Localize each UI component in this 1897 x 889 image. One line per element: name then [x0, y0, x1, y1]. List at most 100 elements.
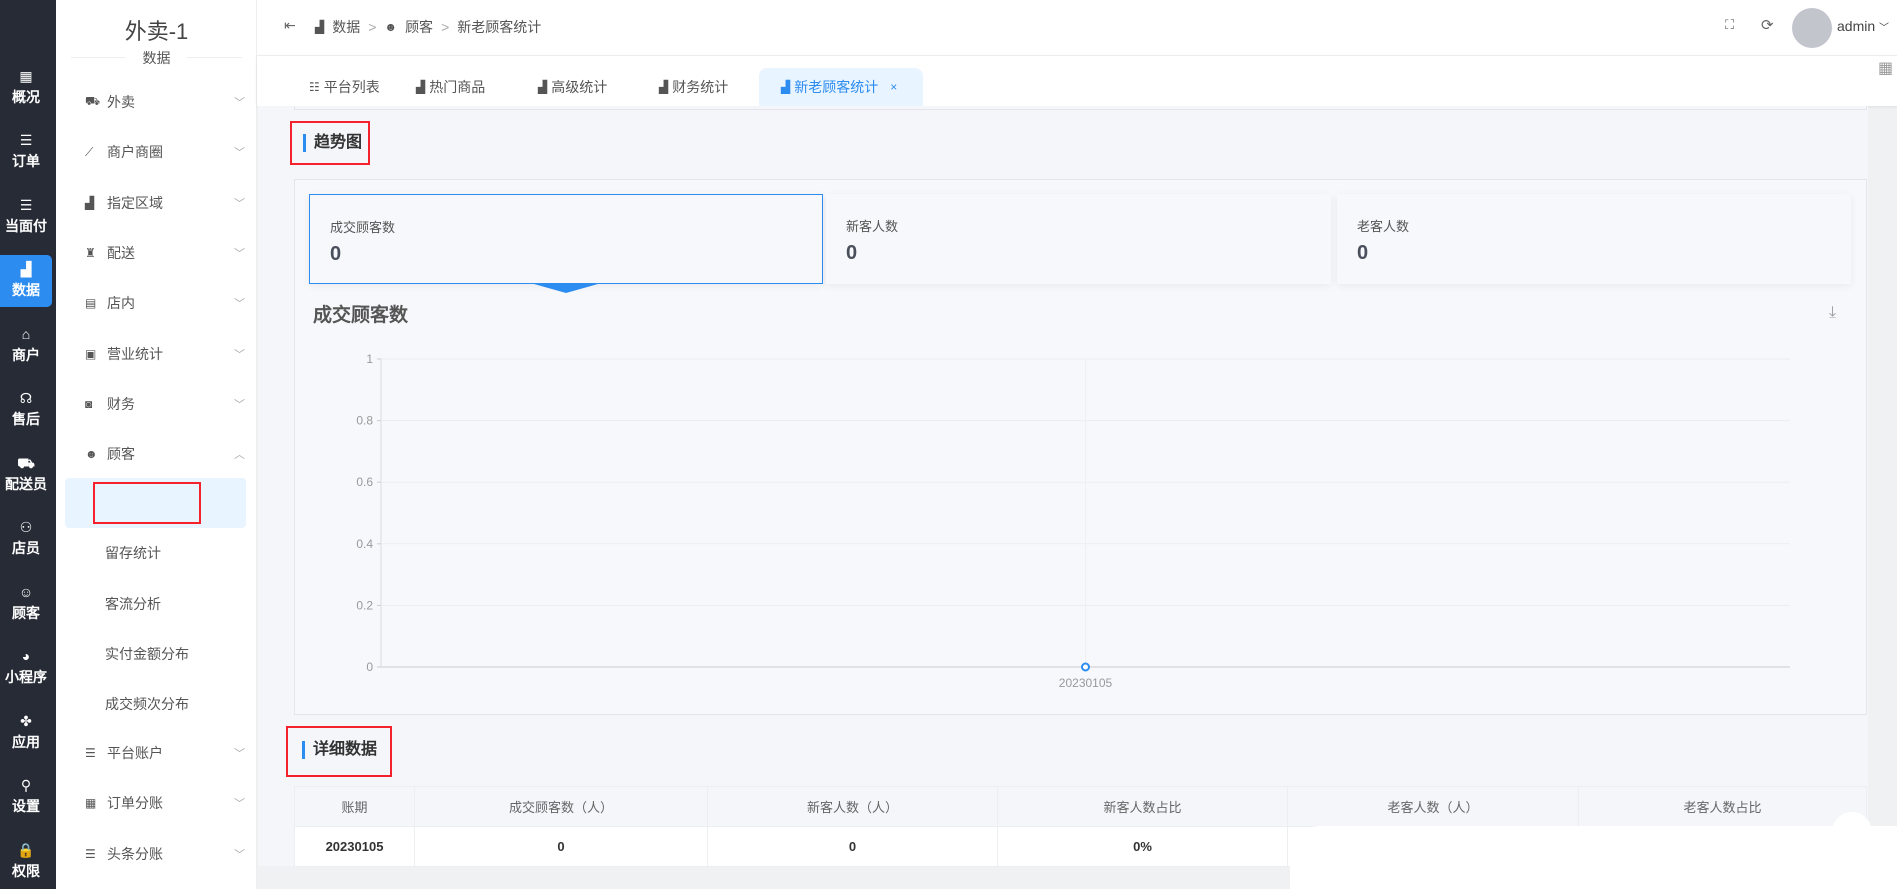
rail-item-2[interactable]: ☰ 当面付	[0, 190, 52, 242]
bar-chart-icon: ▟	[20, 261, 32, 277]
download-icon[interactable]: ⤓	[1829, 304, 1836, 322]
bar-chart-icon: ▟	[85, 195, 95, 210]
sidebar-menu-平台账户[interactable]: ☰ 平台账户 ﹀	[85, 738, 245, 768]
rail-item-6[interactable]: ⛟ 配送员	[0, 448, 52, 500]
table-cell: 0	[414, 826, 708, 867]
table-cell: 0%	[997, 826, 1288, 867]
menu-label: 营业统计	[107, 345, 163, 362]
tab-menu-grid-icon[interactable]: ▦	[1878, 58, 1893, 78]
customer-icon: ☻	[384, 20, 398, 34]
menu-label: 财务	[107, 395, 135, 412]
column-header: 新客人数占比	[997, 786, 1288, 827]
breadcrumb-item: 新老顾客统计	[457, 19, 542, 35]
menu-label: 店内	[107, 295, 135, 312]
rail-item-10[interactable]: ✤ 应用	[0, 706, 52, 758]
y-tick-label: 0.8	[356, 414, 373, 428]
sidebar-menu-顾客[interactable]: ☻ 顾客 ︿	[85, 439, 245, 469]
sidebar-submenu-item[interactable]: 成交频次分布	[105, 689, 189, 719]
close-icon[interactable]: ×	[890, 80, 897, 94]
rail-item-label: 当面付	[5, 217, 47, 234]
breadcrumb-item[interactable]: 顾客	[405, 17, 433, 37]
avatar[interactable]	[1792, 8, 1832, 48]
chevron-icon: ︿	[234, 449, 245, 462]
metric-card-deal-customers[interactable]: 成交顾客数 0	[309, 194, 823, 284]
collapse-menu-icon[interactable]: ⇤	[284, 17, 296, 34]
apps-icon: ✤	[20, 712, 32, 729]
floating-button[interactable]	[1832, 812, 1872, 852]
menu-label: 订单分账	[107, 795, 163, 812]
rail-item-1[interactable]: ☰ 订单	[0, 126, 52, 178]
sidebar-menu-营业统计[interactable]: ▣ 营业统计 ﹀	[85, 339, 245, 369]
sidebar-submenu-item[interactable]: 客流分析	[105, 589, 161, 619]
breadcrumb-separator: >	[441, 19, 450, 35]
metric-card-new-customers[interactable]: 新客人数 0	[826, 194, 1331, 284]
sidebar-menu-配送[interactable]: ♜ 配送 ﹀	[85, 238, 245, 268]
sidebar-submenu-item[interactable]: 实付金额分布	[105, 639, 189, 669]
data-point	[1081, 662, 1090, 672]
sidebar-menu-指定区域[interactable]: ▟ 指定区域 ﹀	[85, 188, 245, 218]
tab-1[interactable]: ▟ 热门商品	[402, 68, 499, 106]
tab-label: 高级统计	[551, 79, 608, 95]
sidebar-menu-财务[interactable]: ◙ 财务 ﹀	[85, 389, 245, 419]
highlight-box	[93, 482, 201, 524]
menu-label: 外卖	[107, 94, 135, 110]
metric-card-old-customers[interactable]: 老客人数 0	[1337, 194, 1851, 284]
chevron-icon: ﹀	[234, 748, 245, 760]
chevron-icon: ﹀	[234, 247, 245, 260]
chevron-icon: ﹀	[234, 798, 245, 811]
account-icon: ☰	[85, 746, 96, 760]
tab-label: 热门商品	[429, 79, 486, 95]
bag-icon: ▣	[85, 346, 97, 361]
tab-0[interactable]: ☷ 平台列表	[295, 68, 394, 106]
courier-icon: ♜	[85, 245, 96, 260]
sidebar-menu-店内[interactable]: ▤ 店内 ﹀	[85, 288, 245, 318]
rail-item-11[interactable]: ⚲ 设置	[0, 771, 52, 823]
breadcrumb-separator: >	[368, 19, 377, 35]
bar-chart-icon: ▟	[315, 20, 325, 34]
menu-label: 配送	[107, 244, 135, 261]
tab-2[interactable]: ▟ 高级统计	[524, 68, 621, 106]
rail-item-4[interactable]: ⌂ 商户	[0, 319, 52, 371]
active-card-pointer	[534, 284, 598, 293]
y-tick-label: 0.6	[356, 475, 373, 489]
sidebar-menu-订单分账[interactable]: ▦ 订单分账 ﹀	[85, 788, 245, 818]
sidebar-menu-外卖[interactable]: ⛟ 外卖 ﹀	[85, 87, 245, 117]
tab-3[interactable]: ▟ 财务统计	[645, 68, 742, 106]
chevron-icon: ﹀	[234, 197, 245, 210]
y-tick-label: 1	[366, 352, 373, 366]
rail-item-3[interactable]: ▟ 数据	[0, 254, 52, 307]
rail-item-8[interactable]: ☺ 顾客	[0, 577, 52, 629]
tab-4[interactable]: ▟ 新老顾客统计 ×	[759, 68, 923, 106]
rail-item-9[interactable]: ◕ 小程序	[0, 642, 52, 694]
finance-icon: ◙	[85, 396, 93, 411]
breadcrumb-item[interactable]: 数据	[332, 17, 360, 37]
tab-icon: ▟	[781, 80, 791, 94]
fullscreen-icon[interactable]: ⛶	[1725, 17, 1734, 33]
icon-rail: ▦ 概况 ☰ 订单 ☰ 当面付 ▟ 数据 ⌂ 商户 ☊ 售后 ⛟ 配送员 ⚇ 店员 ☺ 顾客 ◕ 小程序 ✤ 应用 ⚲ 设置 🔒…	[0, 0, 56, 889]
headset-icon: ☊	[19, 390, 33, 406]
menu-label: 商户商圈	[107, 144, 163, 161]
sidebar-submenu-item[interactable]: 留存统计	[105, 538, 161, 568]
line-chart-icon: ⟋	[85, 144, 94, 159]
store-card-icon: ▤	[85, 296, 97, 311]
user-menu[interactable]: admin ﹀	[1837, 18, 1889, 34]
rail-item-7[interactable]: ⚇ 店员	[0, 513, 52, 565]
rail-item-12[interactable]: 🔒 权限	[0, 835, 52, 887]
sidebar-menu-商户商圈[interactable]: ⟋ 商户商圈 ﹀	[85, 137, 245, 167]
rail-item-5[interactable]: ☊ 售后	[0, 384, 52, 436]
rail-item-0[interactable]: ▦ 概况	[0, 61, 52, 113]
column-header: 老客人数占比	[1578, 786, 1867, 827]
menu-label: 指定区域	[107, 194, 163, 211]
top-panel-edge	[294, 106, 1867, 110]
chevron-icon: ﹀	[234, 398, 245, 411]
y-tick-label: 0	[366, 660, 373, 674]
refresh-icon[interactable]: ⟳	[1761, 16, 1774, 34]
metric-value: 0	[1357, 242, 1369, 264]
tab-label: 平台列表	[323, 79, 380, 95]
table-cell: 0	[707, 826, 998, 867]
chart-title: 成交顾客数	[313, 305, 409, 326]
chevron-down-icon: ﹀	[1879, 23, 1890, 34]
metric-value: 0	[846, 242, 858, 264]
sidebar-menu-头条分账[interactable]: ☰ 头条分账 ﹀	[85, 839, 245, 869]
tab-icon: ▟	[416, 80, 426, 94]
